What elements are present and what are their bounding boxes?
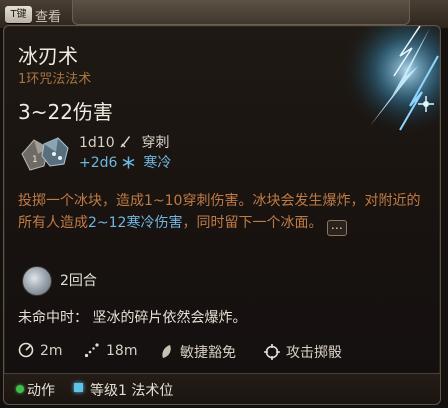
examine-hint[interactable]: 查看 (35, 6, 61, 25)
spell-slot-cost: 等级1 法术位 (90, 383, 174, 399)
primary-dice-formula: 1d10 (79, 135, 115, 151)
resource-cost-bar: 动作 等级1 法术位 (4, 373, 440, 404)
radius-stat: 2m (18, 342, 63, 359)
spell-tooltip: 冰刃术 1环咒法法术 3~22伤害 1 1d10 穿刺 +2d6 寒冷 投掷一个… (3, 25, 441, 405)
svg-text:1: 1 (32, 155, 38, 165)
on-miss-text: 未命中时： 坚冰的碎片依然会爆炸。 (18, 310, 247, 326)
damage-range: 3~22伤害 (18, 100, 113, 124)
top-strip: T键 查看 (0, 0, 448, 28)
dexterity-save-icon (162, 345, 171, 358)
ice-surface-icon (22, 266, 52, 296)
secondary-damage-type: 寒冷 (143, 155, 172, 171)
snowflake-icon (122, 156, 135, 169)
range-icon (84, 343, 99, 358)
primary-damage-dice: 1d10 穿刺 (79, 132, 170, 152)
range-stat: 18m (84, 342, 137, 359)
dice-icon: 1 (21, 137, 69, 171)
top-strip-panel (72, 0, 410, 25)
spell-description: 投掷一个冰块，造成1~10穿刺伤害。冰块会发生爆炸，对附近的所有人造成2~12寒… (18, 190, 428, 236)
primary-damage-type: 穿刺 (141, 135, 170, 151)
secondary-dice-formula: +2d6 (79, 155, 118, 171)
spell-name: 冰刃术 (18, 44, 78, 68)
spell-duration: 2回合 (60, 273, 97, 289)
secondary-damage-dice: +2d6 寒冷 (79, 152, 171, 172)
description-text-2: ，同时留下一个冰面。 (182, 215, 323, 231)
attack-roll-value: 攻击掷骰 (286, 345, 342, 361)
spell-level-school: 1环咒法法术 (18, 72, 92, 87)
description-cold-damage: 2~12寒冷伤害 (88, 215, 183, 231)
piercing-dagger-icon (120, 136, 131, 148)
saving-throw-value: 敏捷豁免 (180, 345, 236, 361)
t-key-badge: T键 (5, 6, 32, 23)
radius-value: 2m (40, 343, 63, 359)
action-resource-icon (16, 385, 24, 393)
range-value: 18m (106, 343, 138, 359)
attack-roll-stat: 攻击掷骰 (264, 342, 342, 362)
action-cost: 动作 (27, 383, 55, 399)
crosshair-icon (264, 344, 280, 360)
saving-throw-stat: 敏捷豁免 (160, 342, 236, 362)
radius-icon (18, 342, 34, 358)
spell-slot-icon (74, 383, 83, 392)
expand-description-button[interactable]: … (326, 219, 347, 236)
ice-shard-spark-icon (330, 26, 440, 136)
